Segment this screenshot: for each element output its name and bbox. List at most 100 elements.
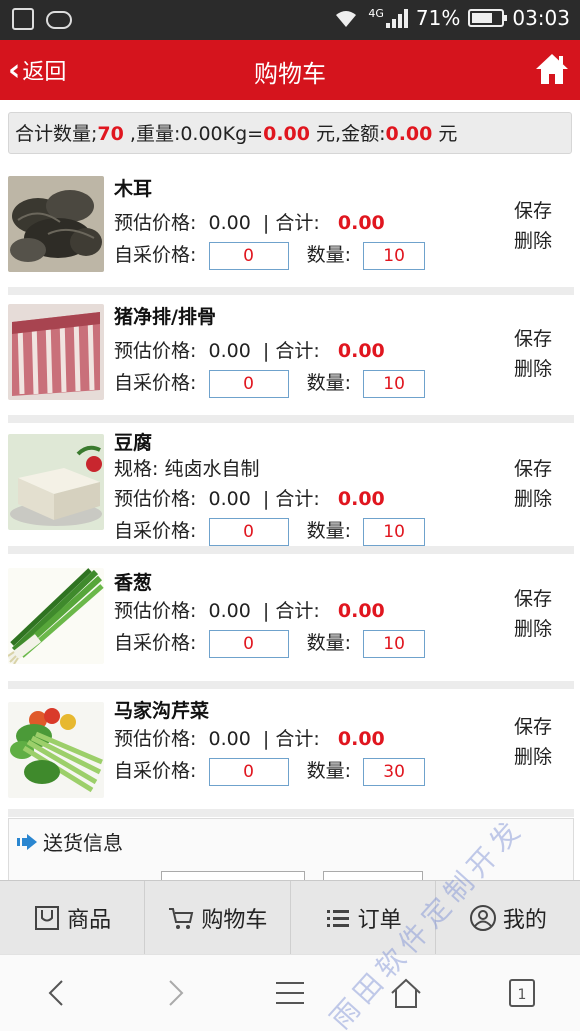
self-price-label: 自采价格: — [114, 244, 197, 266]
page-title: 购物车 — [254, 60, 326, 88]
subtotal-label: | 合计: — [262, 488, 320, 510]
chevron-left-icon — [48, 980, 63, 1006]
price-row: 预估价格: 0.00 | 合计: 0.00 — [114, 208, 385, 235]
summary-amount-label: 元,金额: — [309, 123, 386, 145]
cart-item: 豆腐 规格: 纯卤水自制 预估价格: 0.00 | 合计: 0.00 自采价格:… — [8, 426, 574, 554]
subtotal-value: 0.00 — [337, 212, 385, 234]
menu-button[interactable] — [262, 965, 318, 1021]
cart-summary: 合计数量;70 ,重量:0.00Kg=0.00 元,金额:0.00 元 — [8, 112, 572, 154]
item-divider — [8, 287, 574, 295]
product-image-tofu[interactable] — [8, 434, 104, 530]
subtotal-label: | 合计: — [262, 212, 320, 234]
delete-button[interactable]: 删除 — [514, 226, 552, 253]
input-row: 自采价格: 0 数量: 30 — [114, 756, 426, 786]
item-divider — [8, 415, 574, 423]
delivery-title: 送货信息 — [43, 831, 123, 855]
app-header: ‹ 返回 购物车 — [0, 40, 580, 100]
est-price-label: 预估价格: — [114, 600, 197, 622]
self-price-input[interactable]: 0 — [208, 629, 289, 658]
item-divider — [8, 681, 574, 689]
product-name: 猪净排/排骨 — [114, 306, 216, 328]
delete-button[interactable]: 删除 — [514, 484, 552, 511]
self-price-input[interactable]: 0 — [208, 369, 289, 398]
save-button[interactable]: 保存 — [514, 196, 552, 223]
save-button[interactable]: 保存 — [514, 584, 552, 611]
cart-item: 香葱 预估价格: 0.00 | 合计: 0.00 自采价格: 0 数量: 10 … — [8, 566, 574, 689]
subtotal-label: | 合计: — [262, 340, 320, 362]
summary-yuan: 元 — [432, 123, 458, 145]
quantity-input[interactable]: 10 — [363, 517, 426, 546]
price-row: 预估价格: 0.00 | 合计: 0.00 — [114, 596, 385, 623]
subtotal-value: 0.00 — [337, 488, 385, 510]
browser-forward-button[interactable] — [146, 965, 202, 1021]
browser-back-button[interactable] — [30, 965, 86, 1021]
quantity-label: 数量: — [306, 372, 352, 394]
tab-profile[interactable]: 我的 — [436, 881, 580, 954]
input-row: 自采价格: 0 数量: 10 — [114, 628, 426, 658]
product-name: 马家沟芹菜 — [114, 700, 210, 722]
est-price-value: 0.00 — [208, 728, 251, 750]
screen: 4G 71% 03:03 ‹ 返回 购物车 合计数量;70 ,重量:0.00Kg… — [0, 0, 580, 1031]
product-name: 豆腐 — [114, 432, 153, 454]
self-price-input[interactable]: 0 — [208, 517, 289, 546]
quantity-label: 数量: — [306, 632, 352, 654]
quantity-input[interactable]: 30 — [363, 757, 426, 786]
tab-cart[interactable]: 购物车 — [145, 881, 291, 954]
item-divider — [8, 546, 574, 554]
self-price-input[interactable]: 0 — [208, 241, 289, 270]
est-price-value: 0.00 — [208, 212, 251, 234]
status-bar: 4G 71% 03:03 — [0, 0, 580, 40]
clock: 03:03 — [512, 6, 570, 30]
cart-item: 木耳 预估价格: 0.00 | 合计: 0.00 自采价格: 0 数量: 10 … — [8, 172, 574, 295]
home-nav-button[interactable] — [378, 965, 434, 1021]
save-button[interactable]: 保存 — [514, 712, 552, 739]
tab-orders[interactable]: 订单 — [291, 881, 436, 954]
image-notification-icon — [12, 8, 34, 30]
quantity-input[interactable]: 10 — [363, 369, 426, 398]
save-button[interactable]: 保存 — [514, 324, 552, 351]
delete-button[interactable]: 删除 — [514, 742, 552, 769]
save-button[interactable]: 保存 — [514, 454, 552, 481]
system-nav-bar: 1 — [0, 954, 580, 1031]
est-price-value: 0.00 — [208, 600, 251, 622]
delete-button[interactable]: 删除 — [514, 354, 552, 381]
est-price-value: 0.00 — [208, 340, 251, 362]
self-price-input[interactable]: 0 — [208, 757, 289, 786]
home-icon — [536, 54, 568, 84]
input-row: 自采价格: 0 数量: 10 — [114, 516, 426, 546]
subtotal-label: | 合计: — [262, 728, 320, 750]
tab-cart-label: 购物车 — [201, 907, 268, 933]
est-price-value: 0.00 — [208, 488, 251, 510]
price-row: 预估价格: 0.00 | 合计: 0.00 — [114, 724, 385, 751]
price-row: 预估价格: 0.00 | 合计: 0.00 — [114, 484, 385, 511]
cart-item: 猪净排/排骨 预估价格: 0.00 | 合计: 0.00 自采价格: 0 数量:… — [8, 300, 574, 423]
quantity-input[interactable]: 10 — [363, 241, 426, 270]
list-icon — [326, 909, 349, 927]
wifi-icon — [332, 8, 360, 28]
bottom-tab-bar: 商品 购物车 订单 我的 — [0, 880, 580, 954]
product-image-celery[interactable] — [8, 702, 104, 798]
quantity-input[interactable]: 10 — [363, 629, 426, 658]
input-row: 自采价格: 0 数量: 10 — [114, 368, 426, 398]
input-row: 自采价格: 0 数量: 10 — [114, 240, 426, 270]
home-button[interactable] — [534, 52, 570, 86]
signal-icon — [385, 8, 408, 28]
self-price-label: 自采价格: — [114, 632, 197, 654]
product-name: 木耳 — [114, 178, 153, 200]
self-price-label: 自采价格: — [114, 520, 197, 542]
battery-icon — [468, 9, 508, 27]
product-image-pork-ribs[interactable] — [8, 304, 104, 400]
est-price-label: 预估价格: — [114, 340, 197, 362]
delete-button[interactable]: 删除 — [514, 614, 552, 641]
tab-goods[interactable]: 商品 — [0, 881, 146, 954]
tab-goods-label: 商品 — [67, 907, 112, 933]
product-image-wood-ear[interactable] — [8, 176, 104, 272]
tab-orders-label: 订单 — [357, 907, 402, 933]
chevron-right-icon — [169, 980, 184, 1006]
est-price-label: 预估价格: — [114, 488, 197, 510]
tabs-icon: 1 — [509, 979, 535, 1007]
network-type: 4G — [368, 6, 384, 20]
subtotal-value: 0.00 — [337, 728, 385, 750]
tabs-button[interactable]: 1 — [494, 965, 550, 1021]
product-image-scallion[interactable] — [8, 568, 104, 664]
